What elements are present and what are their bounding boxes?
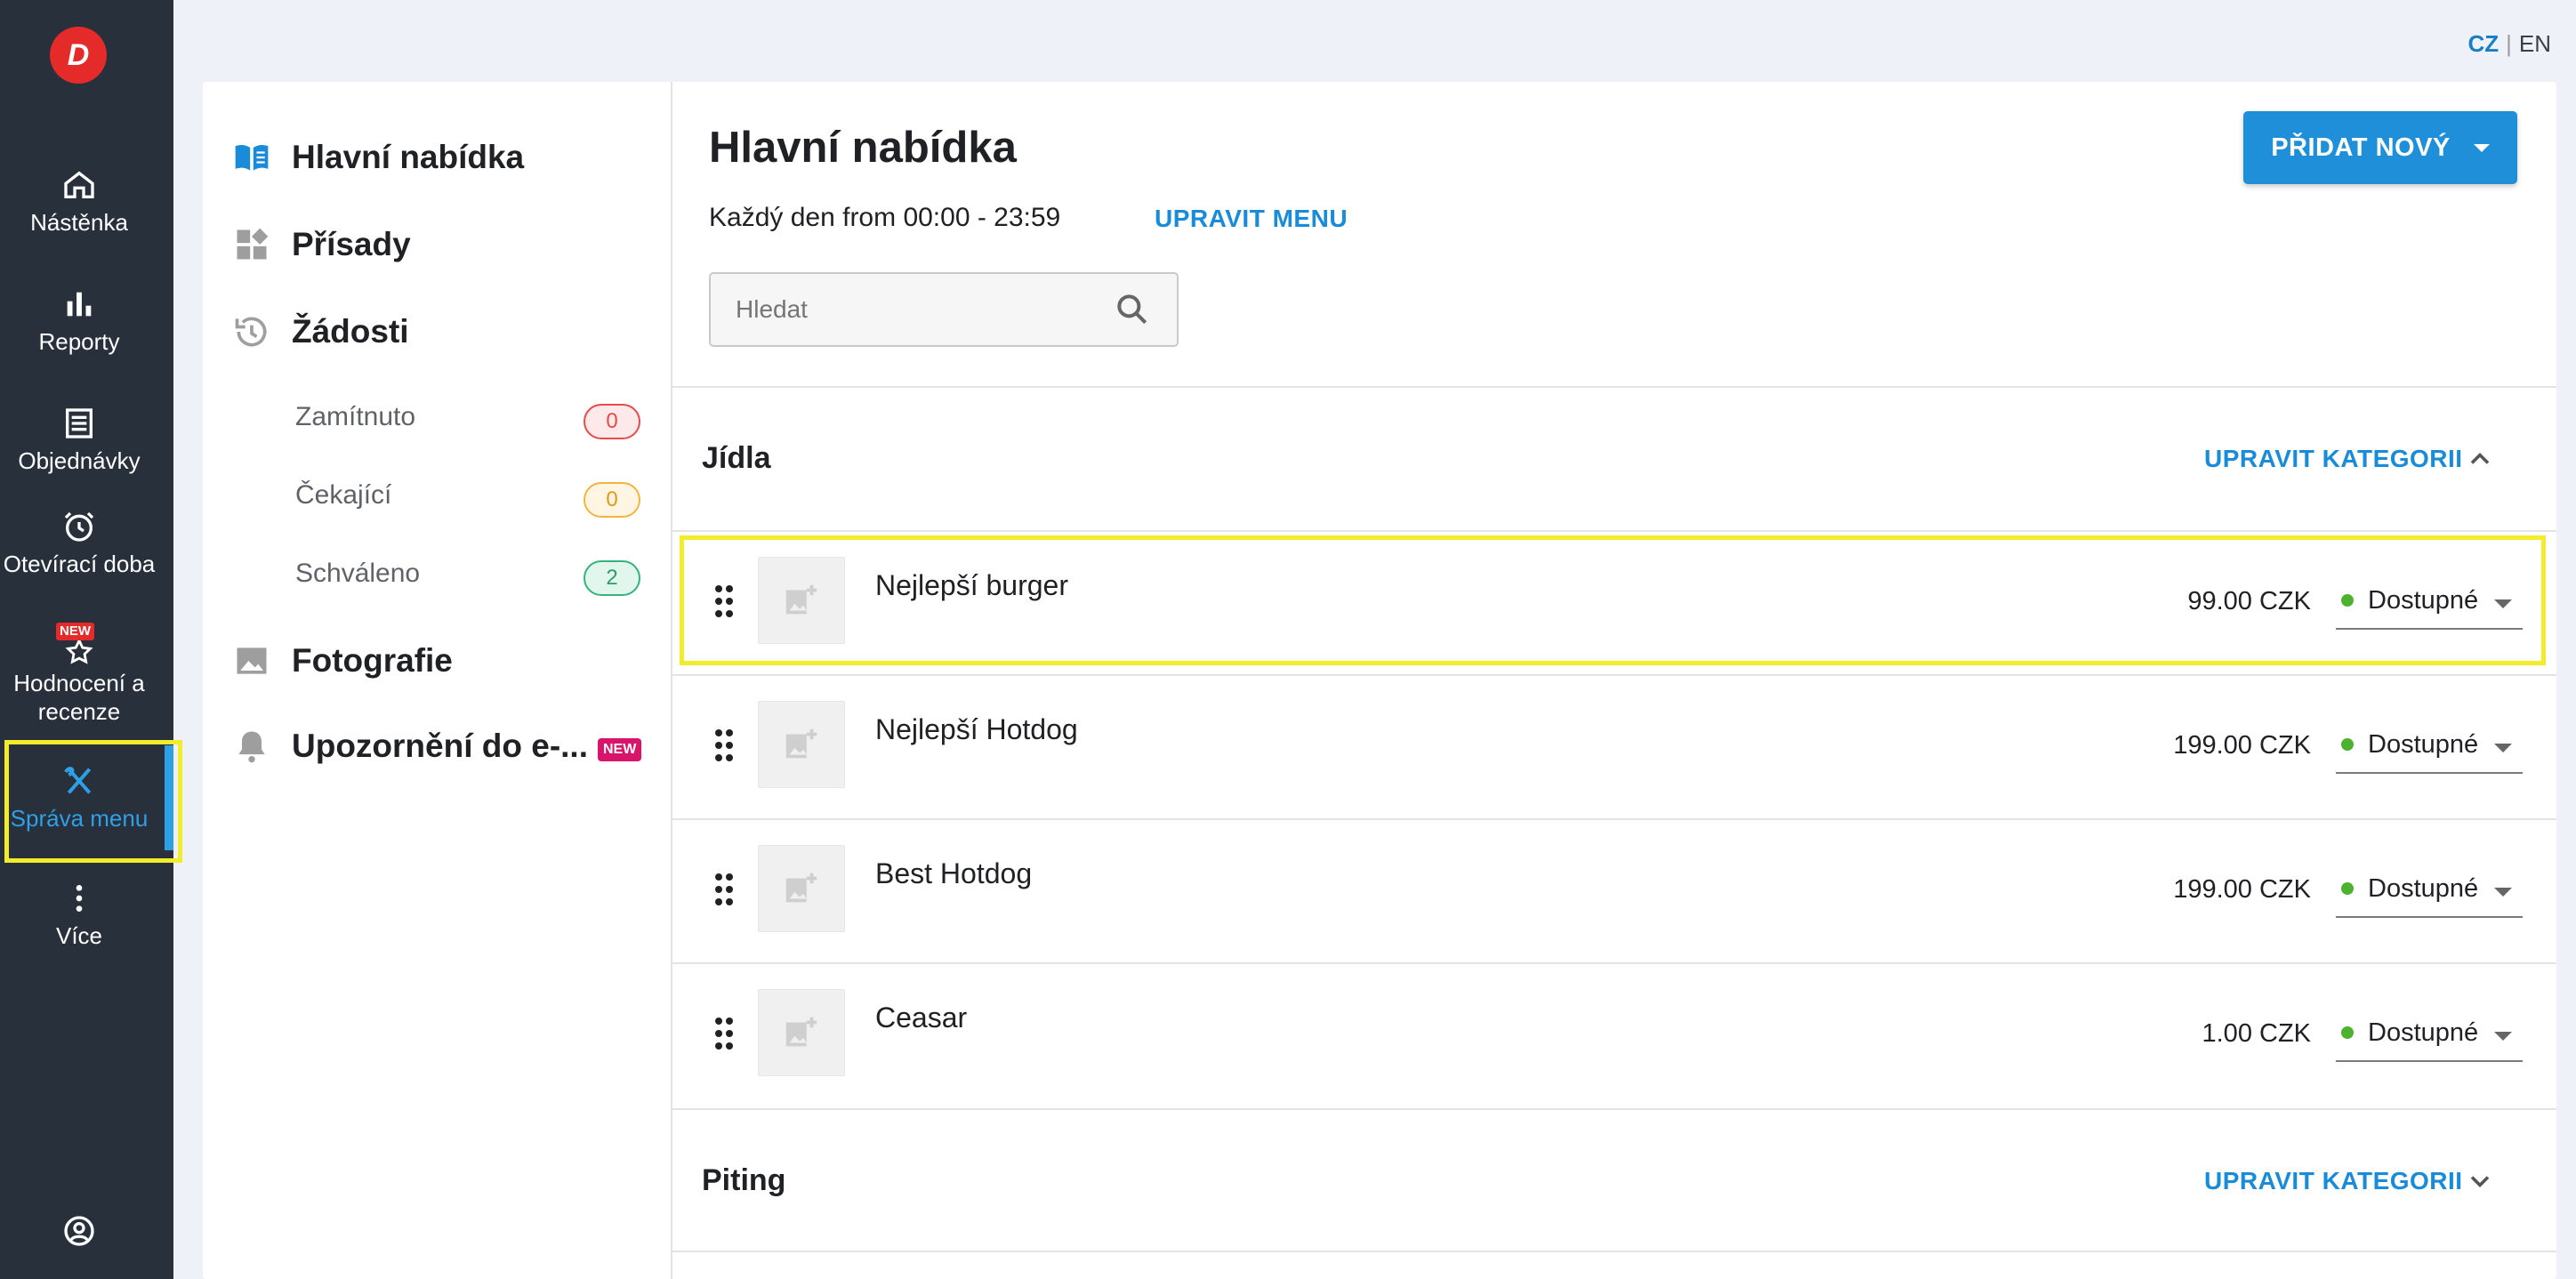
- approved-count-badge: 2: [584, 560, 640, 596]
- nav-highlight-box: [4, 740, 182, 863]
- history-icon: [229, 310, 274, 354]
- category-title: Jídla: [702, 441, 771, 475]
- pending-count-badge: 0: [584, 482, 640, 518]
- nav-item-reports[interactable]: Reporty: [0, 285, 158, 356]
- logo[interactable]: D: [50, 27, 107, 84]
- sub-item-email-notifications[interactable]: Upozornění do e-...: [229, 724, 588, 768]
- dropdown-arrow-icon: [2494, 888, 2512, 897]
- menu-item-row[interactable]: Nejlepší Hotdog 199.00 CZK Dostupné: [672, 676, 2556, 818]
- rejected-count-badge: 0: [584, 404, 640, 439]
- category-title: Piting: [702, 1163, 786, 1197]
- nav-item-orders[interactable]: Objednávky: [0, 404, 158, 475]
- account-button[interactable]: [0, 1211, 158, 1251]
- language-switcher: CZ | EN: [2467, 30, 2551, 58]
- search-box: [709, 272, 1179, 347]
- nav-item-more[interactable]: Více: [0, 879, 158, 950]
- new-badge: NEW: [56, 623, 94, 640]
- item-price: 199.00 CZK: [2173, 731, 2311, 760]
- add-photo-icon: [785, 1017, 817, 1047]
- availability-select[interactable]: Dostupné: [2336, 1005, 2523, 1062]
- edit-category-link[interactable]: UPRAVIT KATEGORII: [2204, 445, 2463, 473]
- page-title: Hlavní nabídka: [709, 124, 1017, 172]
- item-price: 1.00 CZK: [2202, 1019, 2312, 1048]
- item-price: 199.00 CZK: [2173, 875, 2311, 904]
- sub-item-requests[interactable]: Žádosti: [229, 310, 409, 354]
- item-photo-placeholder[interactable]: [758, 989, 845, 1076]
- nav-item-reviews[interactable]: NEW Hodnocení a recenze: [0, 623, 158, 726]
- available-dot-icon: [2341, 882, 2354, 895]
- alarm-clock-icon: [60, 507, 99, 546]
- nav-item-opening-hours[interactable]: Otevírací doba: [0, 507, 158, 578]
- item-name: Nejlepší Hotdog: [875, 713, 1078, 745]
- availability-select[interactable]: Dostupné: [2336, 717, 2523, 774]
- dropdown-arrow-icon: [2494, 1032, 2512, 1041]
- lang-cz[interactable]: CZ: [2467, 30, 2499, 58]
- bar-chart-icon: [60, 285, 99, 324]
- orders-icon: [60, 404, 99, 443]
- item-photo-placeholder[interactable]: [758, 701, 845, 788]
- nav-item-dashboard[interactable]: Nástěnka: [0, 165, 158, 237]
- item-name: Best Hotdog: [875, 857, 1033, 889]
- lang-separator: |: [2506, 30, 2512, 57]
- search-icon[interactable]: [1113, 290, 1152, 329]
- available-dot-icon: [2341, 738, 2354, 751]
- search-input[interactable]: [736, 295, 1091, 324]
- add-photo-icon: [785, 728, 817, 759]
- sub-item-ingredients[interactable]: Přísady: [229, 222, 411, 267]
- menu-item-row[interactable]: Ceasar 1.00 CZK Dostupné: [672, 964, 2556, 1106]
- new-badge: NEW: [598, 738, 642, 761]
- availability-select[interactable]: Dostupné: [2336, 861, 2523, 918]
- request-rejected[interactable]: Zamítnuto: [295, 402, 847, 432]
- edit-category-link[interactable]: UPRAVIT KATEGORII: [2204, 1167, 2463, 1195]
- item-name: Ceasar: [875, 1001, 968, 1034]
- add-photo-icon: [785, 873, 817, 903]
- bell-icon: [229, 724, 274, 768]
- item-highlight-box: [680, 535, 2546, 665]
- image-icon: [229, 639, 274, 683]
- dropdown-arrow-icon: [2494, 744, 2512, 752]
- lang-en[interactable]: EN: [2519, 30, 2551, 58]
- main-nav: D Nástěnka Reporty Objednávky Otevírací …: [0, 0, 173, 1279]
- chevron-down-icon[interactable]: [2464, 1165, 2496, 1197]
- menu-item-row[interactable]: Best Hotdog 199.00 CZK Dostupné: [672, 820, 2556, 962]
- widgets-icon: [229, 222, 274, 267]
- sub-item-main-menu[interactable]: Hlavní nabídka: [229, 135, 524, 180]
- caret-down-icon: [2473, 143, 2490, 152]
- divider: [672, 1108, 2556, 1110]
- menu-book-icon: [229, 135, 274, 180]
- available-dot-icon: [2341, 1026, 2354, 1039]
- add-new-button[interactable]: PŘIDAT NOVÝ: [2243, 111, 2517, 184]
- drag-handle-icon[interactable]: [713, 1016, 735, 1051]
- chevron-up-icon[interactable]: [2464, 443, 2496, 475]
- drag-handle-icon[interactable]: [713, 872, 735, 907]
- star-icon: NEW: [56, 623, 99, 665]
- item-photo-placeholder[interactable]: [758, 845, 845, 932]
- divider: [672, 1251, 2556, 1252]
- home-icon: [60, 165, 99, 205]
- divider: [672, 386, 2556, 388]
- sub-item-photos[interactable]: Fotografie: [229, 639, 453, 683]
- account-circle-icon: [60, 1211, 99, 1251]
- more-vertical-icon: [60, 879, 99, 918]
- drag-handle-icon[interactable]: [713, 728, 735, 763]
- edit-menu-link[interactable]: UPRAVIT MENU: [1155, 205, 1348, 233]
- request-pending[interactable]: Čekající: [295, 480, 847, 511]
- menu-schedule: Každý den from 00:00 - 23:59: [709, 203, 1061, 232]
